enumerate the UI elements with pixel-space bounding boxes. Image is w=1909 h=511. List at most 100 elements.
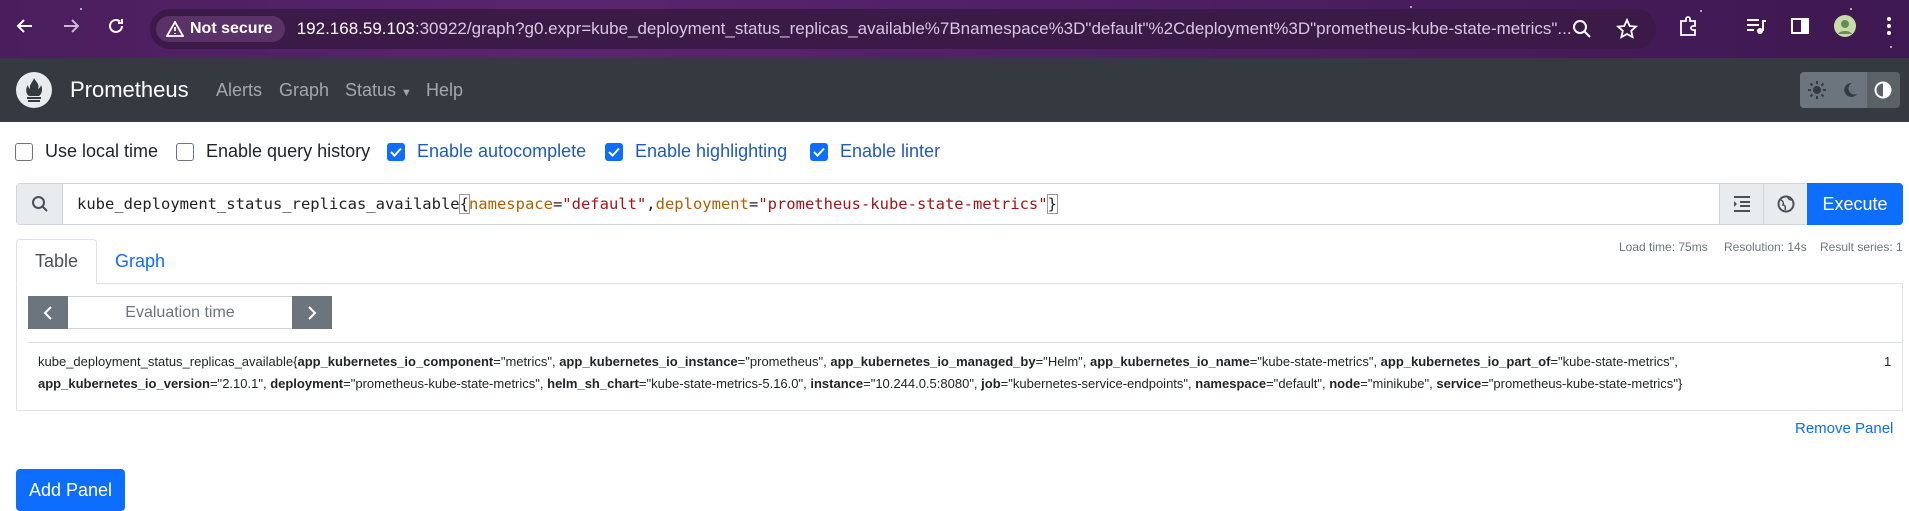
series-metric-name: kube_deployment_status_replicas_availabl… — [38, 354, 294, 369]
series-label-key: namespace — [1195, 376, 1267, 391]
series-label-pair: app_kubernetes_io_version="2.10.1", — [38, 376, 271, 391]
back-icon[interactable] — [10, 11, 40, 41]
option-enable-query-history[interactable]: Enable query history — [176, 141, 370, 162]
format-expression-button[interactable] — [1719, 184, 1763, 224]
series-label-key: app_kubernetes_io_part_of — [1380, 354, 1551, 369]
option-label: Enable highlighting — [635, 141, 788, 161]
checkbox-enable-highlighting[interactable] — [605, 142, 623, 161]
series-label-value: prometheus — [749, 354, 819, 369]
nav-alerts[interactable]: Alerts — [216, 80, 262, 101]
series-label-pair: app_kubernetes_io_instance="prometheus", — [559, 354, 831, 369]
checkbox-enable-autocomplete[interactable] — [387, 142, 405, 161]
dark-theme-button[interactable] — [1833, 72, 1867, 108]
checkbox-enable-query-history[interactable] — [176, 142, 194, 161]
checkbox-use-local-time[interactable] — [15, 142, 33, 161]
series-label-pair: helm_sh_chart="kube-state-metrics-5.16.0… — [547, 376, 811, 391]
address-bar[interactable]: Not secure 192.168.59.103:30922/graph?g0… — [150, 9, 1656, 49]
expression-input[interactable]: kube_deployment_status_replicas_availabl… — [63, 184, 1719, 224]
series-label-pair: app_kubernetes_io_part_of="kube-state-me… — [1380, 354, 1678, 369]
option-enable-highlighting[interactable]: Enable highlighting — [605, 141, 787, 162]
media-queue-icon[interactable] — [1740, 11, 1770, 41]
sun-icon — [1807, 81, 1826, 99]
result-series-stat: Result series: 1 — [1820, 240, 1903, 254]
add-panel-button[interactable]: Add Panel — [16, 469, 125, 511]
warning-icon — [166, 21, 184, 37]
url-path: :30922/graph?g0.expr=kube_deployment_sta… — [414, 19, 1572, 38]
option-enable-autocomplete[interactable]: Enable autocomplete — [387, 141, 586, 162]
series-label-key: instance — [810, 376, 864, 391]
series-label-value: kube-state-metrics-5.16.0 — [651, 376, 799, 391]
series-label-value: Helm — [1047, 354, 1079, 369]
url-host: 192.168.59.103 — [296, 19, 415, 38]
option-enable-linter[interactable]: Enable linter — [810, 141, 940, 162]
profile-avatar-icon[interactable] — [1830, 11, 1860, 41]
series-label-key: service — [1436, 376, 1482, 391]
execute-button[interactable]: Execute — [1807, 183, 1903, 225]
chevron-left-icon — [43, 305, 52, 320]
extensions-icon[interactable] — [1673, 11, 1703, 41]
checkmark-icon — [608, 147, 620, 157]
series-label-pair: deployment="prometheus-kube-state-metric… — [270, 376, 548, 391]
security-indicator[interactable]: Not secure — [156, 16, 285, 42]
eval-time-back-button[interactable] — [28, 296, 68, 329]
nav-help[interactable]: Help — [426, 80, 463, 101]
evaluation-time-input[interactable]: Evaluation time — [68, 296, 292, 329]
bookmark-star-icon[interactable] — [1615, 17, 1639, 45]
series-label-value: prometheus-kube-state-metrics — [1493, 376, 1674, 391]
url-text[interactable]: 192.168.59.103:30922/graph?g0.expr=kube_… — [297, 19, 1597, 39]
option-use-local-time[interactable]: Use local time — [15, 141, 158, 162]
query-operator: = — [748, 195, 759, 213]
series-label-key: app_kubernetes_io_version — [38, 376, 210, 391]
tab-graph[interactable]: Graph — [97, 239, 183, 284]
query-label-value: "prometheus-kube-state-metrics" — [758, 195, 1048, 213]
side-panel-icon[interactable] — [1785, 11, 1815, 41]
query-comma: , — [646, 195, 656, 213]
indent-icon — [1733, 196, 1750, 212]
series-label-value: 10.244.0.5:8080 — [875, 376, 970, 391]
series-label-key: app_kubernetes_io_managed_by — [830, 354, 1036, 369]
metrics-explorer-button[interactable] — [1763, 184, 1807, 224]
load-time-stat: Load time: 75ms — [1619, 240, 1708, 254]
nav-graph[interactable]: Graph — [279, 80, 329, 101]
option-label: Use local time — [45, 141, 159, 161]
caret-down-icon: ▼ — [401, 87, 412, 99]
series-label-pair: service="prometheus-kube-state-metrics" — [1436, 376, 1678, 391]
series-label-pair: job="kubernetes-service-endpoints", — [981, 376, 1196, 391]
search-icon — [17, 184, 63, 224]
series-label-key: node — [1329, 376, 1361, 391]
nav-status-label: Status — [345, 80, 397, 100]
series-value: 1 — [1884, 354, 1892, 369]
query-label-value: "default" — [562, 195, 647, 213]
zoom-icon[interactable] — [1572, 19, 1592, 44]
series-label-value: minikube — [1372, 376, 1425, 391]
browser-menu-icon[interactable] — [1874, 11, 1904, 41]
query-operator: = — [552, 195, 563, 213]
forward-icon[interactable] — [56, 11, 86, 41]
light-theme-button[interactable] — [1800, 72, 1834, 108]
series-label-key: deployment — [270, 376, 344, 391]
eval-time-forward-button[interactable] — [292, 296, 332, 329]
browser-theme-button[interactable] — [1866, 72, 1900, 108]
brand-link[interactable]: Prometheus — [70, 77, 189, 103]
series-label-value: 2.10.1 — [222, 376, 259, 391]
series-label-key: helm_sh_chart — [547, 376, 639, 391]
checkbox-enable-linter[interactable] — [810, 142, 828, 161]
reload-icon[interactable] — [101, 11, 131, 41]
series-label-pair: instance="10.244.0.5:8080", — [810, 376, 982, 391]
remove-panel-link[interactable]: Remove Panel — [1795, 420, 1893, 437]
series-label-pair: namespace="default", — [1195, 376, 1330, 391]
query-open-brace: { — [458, 194, 470, 214]
series-label-value: prometheus-kube-state-metrics — [355, 376, 536, 391]
query-label-name: deployment — [655, 195, 749, 213]
theme-switcher — [1800, 72, 1900, 108]
prometheus-logo-icon[interactable] — [16, 72, 52, 108]
panel-tabs: Table Graph — [16, 239, 183, 284]
resolution-stat: Resolution: 14s — [1724, 240, 1807, 254]
contrast-icon — [1874, 81, 1892, 99]
moon-icon — [1844, 82, 1857, 97]
checkmark-icon — [813, 147, 825, 157]
nav-status-dropdown[interactable]: Status ▼ — [345, 80, 412, 101]
result-table: kube_deployment_status_replicas_availabl… — [28, 342, 1903, 393]
series-label-value: kubernetes-service-endpoints — [1012, 376, 1184, 391]
tab-table[interactable]: Table — [16, 239, 98, 284]
